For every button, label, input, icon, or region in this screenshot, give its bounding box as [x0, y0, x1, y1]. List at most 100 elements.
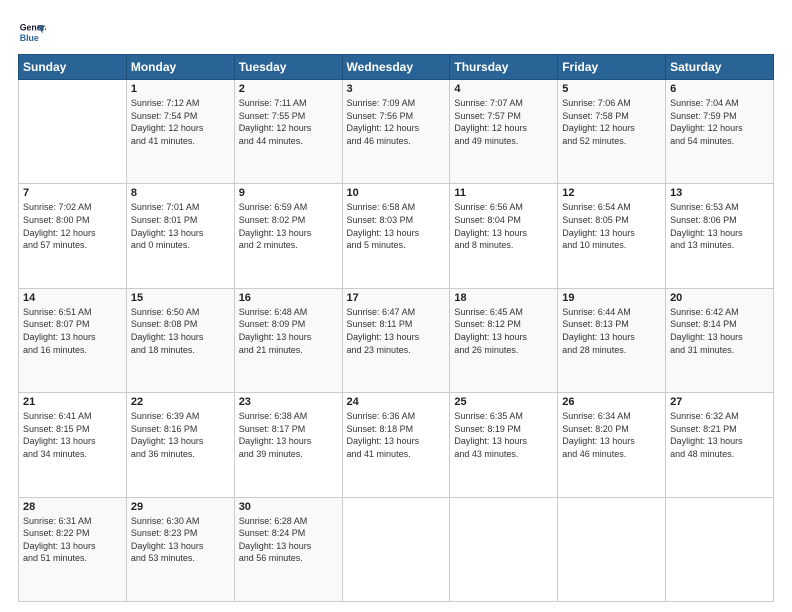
calendar-cell — [342, 497, 450, 601]
week-row-1: 1 Sunrise: 7:12 AM Sunset: 7:54 PM Daylig… — [19, 80, 774, 184]
day-info: Sunrise: 7:11 AM Sunset: 7:55 PM Dayligh… — [239, 97, 338, 147]
logo: General Blue — [18, 18, 46, 46]
day-number: 21 — [23, 396, 122, 408]
calendar-cell: 9Sunrise: 6:59 AM Sunset: 8:02 PM Daylig… — [234, 184, 342, 288]
day-info: Sunrise: 7:01 AM Sunset: 8:01 PM Dayligh… — [131, 201, 230, 251]
weekday-header-thursday: Thursday — [450, 55, 558, 80]
calendar-cell: 27 Sunrise: 6:32 AM Sunset: 8:21 PM Dayli… — [666, 393, 774, 497]
day-number: 29 — [131, 501, 230, 513]
day-info: Sunrise: 6:44 AM Sunset: 8:13 PM Dayligh… — [562, 306, 661, 356]
day-info: Sunrise: 6:28 AM Sunset: 8:24 PM Dayligh… — [239, 515, 338, 565]
day-number: 26 — [562, 396, 661, 408]
calendar-cell: 16 Sunrise: 6:48 AM Sunset: 8:09 PM Dayli… — [234, 288, 342, 392]
day-number: 4 — [454, 83, 553, 95]
calendar-cell: 29 Sunrise: 6:30 AM Sunset: 8:23 PM Dayli… — [126, 497, 234, 601]
calendar-cell: 30Sunrise: 6:28 AM Sunset: 8:24 PM Dayli… — [234, 497, 342, 601]
day-info: Sunrise: 6:31 AM Sunset: 8:22 PM Dayligh… — [23, 515, 122, 565]
day-info: Sunrise: 6:41 AM Sunset: 8:15 PM Dayligh… — [23, 410, 122, 460]
calendar-cell: 11 Sunrise: 6:56 AM Sunset: 8:04 PM Dayli… — [450, 184, 558, 288]
day-number: 19 — [562, 292, 661, 304]
day-info: Sunrise: 7:12 AM Sunset: 7:54 PM Dayligh… — [131, 97, 230, 147]
day-number: 27 — [670, 396, 769, 408]
calendar-cell: 25 Sunrise: 6:35 AM Sunset: 8:19 PM Dayli… — [450, 393, 558, 497]
day-number: 20 — [670, 292, 769, 304]
calendar-cell: 14 Sunrise: 6:51 AM Sunset: 8:07 PM Dayli… — [19, 288, 127, 392]
day-info: Sunrise: 6:53 AM Sunset: 8:06 PM Dayligh… — [670, 201, 769, 251]
day-number: 15 — [131, 292, 230, 304]
day-number: 14 — [23, 292, 122, 304]
day-number: 10 — [347, 187, 446, 199]
day-number: 11 — [454, 187, 553, 199]
calendar-cell: 24 Sunrise: 6:36 AM Sunset: 8:18 PM Dayli… — [342, 393, 450, 497]
day-number: 18 — [454, 292, 553, 304]
calendar-cell: 2Sunrise: 7:11 AM Sunset: 7:55 PM Daylig… — [234, 80, 342, 184]
day-number: 23 — [239, 396, 338, 408]
calendar-cell: 6 Sunrise: 7:04 AM Sunset: 7:59 PM Daylig… — [666, 80, 774, 184]
calendar-cell: 20Sunrise: 6:42 AM Sunset: 8:14 PM Dayli… — [666, 288, 774, 392]
calendar-cell: 13 Sunrise: 6:53 AM Sunset: 8:06 PM Dayli… — [666, 184, 774, 288]
calendar-cell: 15 Sunrise: 6:50 AM Sunset: 8:08 PM Dayli… — [126, 288, 234, 392]
day-number: 8 — [131, 187, 230, 199]
calendar-cell — [666, 497, 774, 601]
day-info: Sunrise: 6:38 AM Sunset: 8:17 PM Dayligh… — [239, 410, 338, 460]
calendar-cell: 21 Sunrise: 6:41 AM Sunset: 8:15 PM Dayli… — [19, 393, 127, 497]
calendar-cell — [19, 80, 127, 184]
day-info: Sunrise: 7:04 AM Sunset: 7:59 PM Dayligh… — [670, 97, 769, 147]
week-row-3: 14 Sunrise: 6:51 AM Sunset: 8:07 PM Dayli… — [19, 288, 774, 392]
calendar-cell — [450, 497, 558, 601]
calendar-cell: 17Sunrise: 6:47 AM Sunset: 8:11 PM Dayli… — [342, 288, 450, 392]
weekday-header-saturday: Saturday — [666, 55, 774, 80]
calendar-cell: 18 Sunrise: 6:45 AM Sunset: 8:12 PM Dayli… — [450, 288, 558, 392]
calendar-page: General Blue SundayMondayTuesdayWednesda… — [0, 0, 792, 612]
calendar-cell: 7 Sunrise: 7:02 AM Sunset: 8:00 PM Daylig… — [19, 184, 127, 288]
day-number: 16 — [239, 292, 338, 304]
day-info: Sunrise: 6:56 AM Sunset: 8:04 PM Dayligh… — [454, 201, 553, 251]
calendar-cell: 22Sunrise: 6:39 AM Sunset: 8:16 PM Dayli… — [126, 393, 234, 497]
day-info: Sunrise: 7:07 AM Sunset: 7:57 PM Dayligh… — [454, 97, 553, 147]
calendar-cell: 1 Sunrise: 7:12 AM Sunset: 7:54 PM Daylig… — [126, 80, 234, 184]
day-info: Sunrise: 6:45 AM Sunset: 8:12 PM Dayligh… — [454, 306, 553, 356]
day-info: Sunrise: 6:35 AM Sunset: 8:19 PM Dayligh… — [454, 410, 553, 460]
weekday-header-row: SundayMondayTuesdayWednesdayThursdayFrid… — [19, 55, 774, 80]
calendar-cell: 28Sunrise: 6:31 AM Sunset: 8:22 PM Dayli… — [19, 497, 127, 601]
calendar-cell: 5 Sunrise: 7:06 AM Sunset: 7:58 PM Daylig… — [558, 80, 666, 184]
calendar-cell: 26 Sunrise: 6:34 AM Sunset: 8:20 PM Dayli… — [558, 393, 666, 497]
calendar-cell — [558, 497, 666, 601]
day-info: Sunrise: 7:06 AM Sunset: 7:58 PM Dayligh… — [562, 97, 661, 147]
weekday-header-sunday: Sunday — [19, 55, 127, 80]
weekday-header-tuesday: Tuesday — [234, 55, 342, 80]
calendar-cell: 8 Sunrise: 7:01 AM Sunset: 8:01 PM Daylig… — [126, 184, 234, 288]
day-info: Sunrise: 6:48 AM Sunset: 8:09 PM Dayligh… — [239, 306, 338, 356]
day-info: Sunrise: 6:51 AM Sunset: 8:07 PM Dayligh… — [23, 306, 122, 356]
day-number: 7 — [23, 187, 122, 199]
day-number: 13 — [670, 187, 769, 199]
day-number: 22 — [131, 396, 230, 408]
day-info: Sunrise: 6:32 AM Sunset: 8:21 PM Dayligh… — [670, 410, 769, 460]
day-info: Sunrise: 6:50 AM Sunset: 8:08 PM Dayligh… — [131, 306, 230, 356]
weekday-header-friday: Friday — [558, 55, 666, 80]
week-row-2: 7 Sunrise: 7:02 AM Sunset: 8:00 PM Daylig… — [19, 184, 774, 288]
day-number: 24 — [347, 396, 446, 408]
day-info: Sunrise: 6:34 AM Sunset: 8:20 PM Dayligh… — [562, 410, 661, 460]
logo-icon: General Blue — [18, 18, 46, 46]
day-number: 17 — [347, 292, 446, 304]
svg-text:Blue: Blue — [20, 33, 39, 43]
day-number: 25 — [454, 396, 553, 408]
day-info: Sunrise: 7:02 AM Sunset: 8:00 PM Dayligh… — [23, 201, 122, 251]
day-number: 1 — [131, 83, 230, 95]
calendar-table: SundayMondayTuesdayWednesdayThursdayFrid… — [18, 54, 774, 602]
day-number: 12 — [562, 187, 661, 199]
day-info: Sunrise: 6:30 AM Sunset: 8:23 PM Dayligh… — [131, 515, 230, 565]
calendar-cell: 4 Sunrise: 7:07 AM Sunset: 7:57 PM Daylig… — [450, 80, 558, 184]
day-number: 5 — [562, 83, 661, 95]
day-info: Sunrise: 6:58 AM Sunset: 8:03 PM Dayligh… — [347, 201, 446, 251]
day-info: Sunrise: 6:36 AM Sunset: 8:18 PM Dayligh… — [347, 410, 446, 460]
day-number: 6 — [670, 83, 769, 95]
calendar-cell: 12Sunrise: 6:54 AM Sunset: 8:05 PM Dayli… — [558, 184, 666, 288]
week-row-4: 21 Sunrise: 6:41 AM Sunset: 8:15 PM Dayli… — [19, 393, 774, 497]
day-number: 3 — [347, 83, 446, 95]
day-info: Sunrise: 6:59 AM Sunset: 8:02 PM Dayligh… — [239, 201, 338, 251]
calendar-cell: 10 Sunrise: 6:58 AM Sunset: 8:03 PM Dayli… — [342, 184, 450, 288]
header: General Blue — [18, 18, 774, 46]
calendar-cell: 3Sunrise: 7:09 AM Sunset: 7:56 PM Daylig… — [342, 80, 450, 184]
